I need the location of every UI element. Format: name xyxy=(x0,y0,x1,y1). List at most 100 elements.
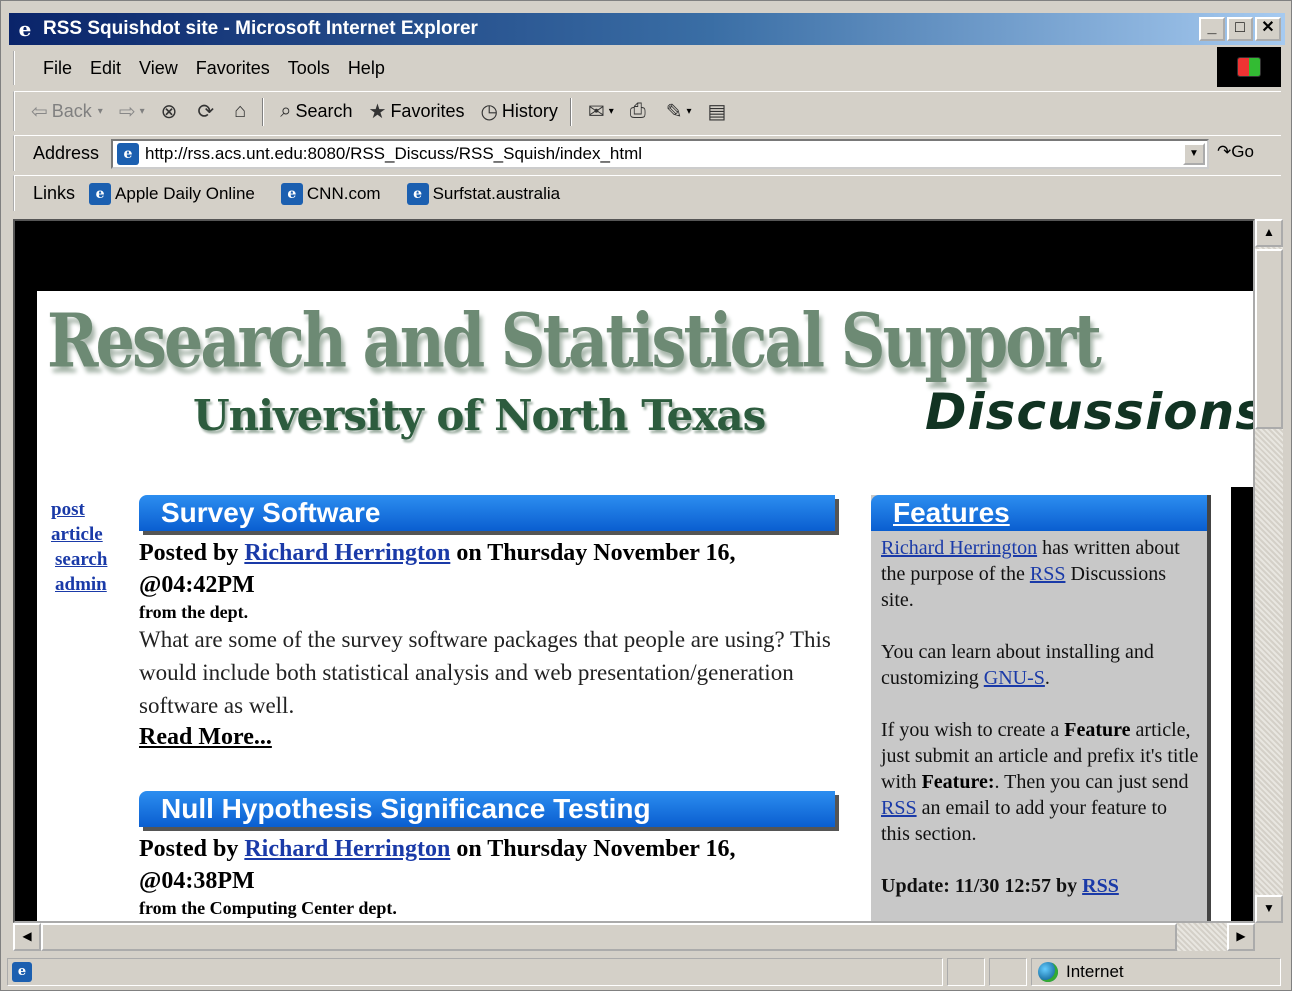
features-author-link[interactable]: Richard Herrington xyxy=(881,537,1037,559)
page-icon: e xyxy=(406,182,429,205)
edit-icon: ✎ xyxy=(665,101,683,123)
menu-view[interactable]: View xyxy=(139,58,178,79)
history-button[interactable]: ◷ History xyxy=(480,99,557,124)
minimize-button[interactable]: _ xyxy=(1199,17,1225,41)
page-icon: e xyxy=(12,962,32,982)
banner-title: Research and Statistical Support xyxy=(47,297,1102,385)
window-title: RSS Squishdot site - Microsoft Internet … xyxy=(43,18,478,39)
standard-toolbar: ⇦ Back ▾ ⇨ ▾ ⊗ ⟳ ⌂ ⌕ Search ★ Favorites ◷ Hist… xyxy=(13,91,1281,131)
story-dept: from the dept. xyxy=(139,602,249,622)
home-button[interactable]: ⌂ xyxy=(234,100,250,123)
scroll-right-button[interactable]: ▶ xyxy=(1227,923,1255,951)
back-button[interactable]: ⇦ Back ▾ xyxy=(31,99,103,124)
scroll-up-button[interactable]: ▲ xyxy=(1255,219,1283,247)
features-title[interactable]: Features xyxy=(871,495,1207,531)
banner-section: Discussions xyxy=(925,383,1255,441)
link-cnn[interactable]: e CNN.com xyxy=(280,182,381,205)
back-arrow-icon: ⇦ xyxy=(31,101,48,123)
refresh-icon: ⟳ xyxy=(197,101,215,123)
page-icon: e xyxy=(117,143,139,165)
address-bar: Address e http://rss.acs.unt.edu:8080/RS… xyxy=(13,135,1281,171)
stop-icon: ⊗ xyxy=(160,101,178,123)
left-nav: post article search admin xyxy=(51,497,131,597)
horizontal-scrollbar[interactable]: ◀ ▶ xyxy=(13,923,1255,951)
toolbar-separator xyxy=(262,97,265,126)
page-viewport: Research and Statistical Support Univers… xyxy=(13,219,1255,923)
address-dropdown-button[interactable]: ▼ xyxy=(1183,143,1205,165)
author-link[interactable]: Richard Herrington xyxy=(244,540,450,566)
links-label: Links xyxy=(33,183,76,203)
page-icon: e xyxy=(89,182,112,205)
story: Survey Software Posted by Richard Herrin… xyxy=(139,495,835,751)
history-icon: ◷ xyxy=(480,101,498,123)
scroll-left-button[interactable]: ◀ xyxy=(13,923,41,951)
menu-edit[interactable]: Edit xyxy=(90,58,121,79)
ie-logo-icon: e xyxy=(18,17,32,41)
scroll-down-button[interactable]: ▼ xyxy=(1255,895,1283,923)
mail-button[interactable]: ✉ ▾ xyxy=(588,99,614,124)
forward-arrow-icon: ⇨ xyxy=(118,101,136,123)
menu-favorites[interactable]: Favorites xyxy=(196,58,270,79)
mail-icon: ✉ xyxy=(587,101,605,123)
stop-button[interactable]: ⊗ xyxy=(161,99,182,124)
menu-tools[interactable]: Tools xyxy=(288,58,330,79)
features-box: Features Richard Herrington has written … xyxy=(871,495,1211,921)
features-rss-link[interactable]: RSS xyxy=(1030,563,1066,585)
print-button[interactable]: ⎙ xyxy=(630,100,650,123)
menu-bar: File Edit View Favorites Tools Help xyxy=(13,51,1211,85)
toolbar-separator xyxy=(569,97,572,126)
vertical-scroll-thumb[interactable] xyxy=(1255,249,1283,429)
features-body: Richard Herrington has written about the… xyxy=(871,531,1207,899)
author-link[interactable]: Richard Herrington xyxy=(244,836,450,862)
link-apple-daily[interactable]: e Apple Daily Online xyxy=(89,182,255,205)
horizontal-scroll-thumb[interactable] xyxy=(41,923,1177,951)
forward-button[interactable]: ⇨ ▾ xyxy=(119,99,145,124)
maximize-button[interactable]: □ xyxy=(1227,17,1253,41)
go-button[interactable]: ↷Go xyxy=(1217,142,1254,162)
discuss-button[interactable]: ▤ xyxy=(708,99,731,124)
story-title[interactable]: Survey Software xyxy=(139,495,835,531)
search-icon: ⌕ xyxy=(280,100,292,122)
nav-admin-link[interactable]: admin xyxy=(55,572,131,597)
close-button[interactable]: ✕ xyxy=(1255,17,1281,41)
address-input[interactable]: e http://rss.acs.unt.edu:8080/RSS_Discus… xyxy=(111,139,1209,169)
site-banner: Research and Statistical Support Univers… xyxy=(37,291,1255,487)
search-button[interactable]: ⌕ Search xyxy=(280,100,352,123)
edit-button[interactable]: ✎ ▾ xyxy=(666,99,692,124)
status-cell xyxy=(947,958,985,986)
discuss-icon: ▤ xyxy=(707,101,727,123)
scroll-corner xyxy=(1255,923,1283,951)
link-surfstat[interactable]: e Surfstat.australia xyxy=(406,182,560,205)
address-label: Address xyxy=(33,143,100,163)
favorites-icon: ★ xyxy=(368,101,387,123)
address-url: http://rss.acs.unt.edu:8080/RSS_Discuss/… xyxy=(145,144,643,163)
read-more-link[interactable]: Read More... xyxy=(139,724,835,751)
features-rss-email-link[interactable]: RSS xyxy=(881,797,917,819)
nav-article-link[interactable]: article xyxy=(51,522,131,547)
menu-file[interactable]: File xyxy=(43,58,72,79)
features-gnus-link[interactable]: GNU-S xyxy=(984,667,1045,689)
go-arrow-icon: ↷ xyxy=(1217,142,1232,161)
nav-post-link[interactable]: post xyxy=(51,497,131,522)
nav-search-link[interactable]: search xyxy=(55,547,131,572)
page-icon: e xyxy=(280,182,303,205)
title-bar: e RSS Squishdot site - Microsoft Interne… xyxy=(9,13,1285,45)
refresh-button[interactable]: ⟳ xyxy=(197,99,218,124)
favorites-button[interactable]: ★ Favorites xyxy=(369,99,465,124)
globe-icon xyxy=(1038,962,1058,982)
features-update-link[interactable]: RSS xyxy=(1082,875,1119,897)
print-icon: ⎙ xyxy=(629,100,646,122)
home-icon: ⌂ xyxy=(234,100,247,122)
windows-logo-icon xyxy=(1217,47,1281,87)
features-paragraph: Richard Herrington has written about the… xyxy=(881,537,1180,611)
story-body: What are some of the survey software pac… xyxy=(139,627,831,718)
banner-subtitle: University of North Texas xyxy=(193,391,766,440)
story-title[interactable]: Null Hypothesis Significance Testing xyxy=(139,791,835,827)
security-zone: Internet xyxy=(1031,958,1281,986)
features-paragraph: You can learn about installing and custo… xyxy=(881,641,1154,689)
story-byline: Posted by Richard Herrington on Thursday… xyxy=(139,836,736,894)
vertical-scrollbar[interactable]: ▲ ▼ xyxy=(1255,219,1283,923)
menu-help[interactable]: Help xyxy=(348,58,385,79)
features-paragraph: If you wish to create a Feature article,… xyxy=(881,719,1199,845)
links-bar: Links e Apple Daily Online e CNN.com e Surf… xyxy=(13,175,1281,211)
